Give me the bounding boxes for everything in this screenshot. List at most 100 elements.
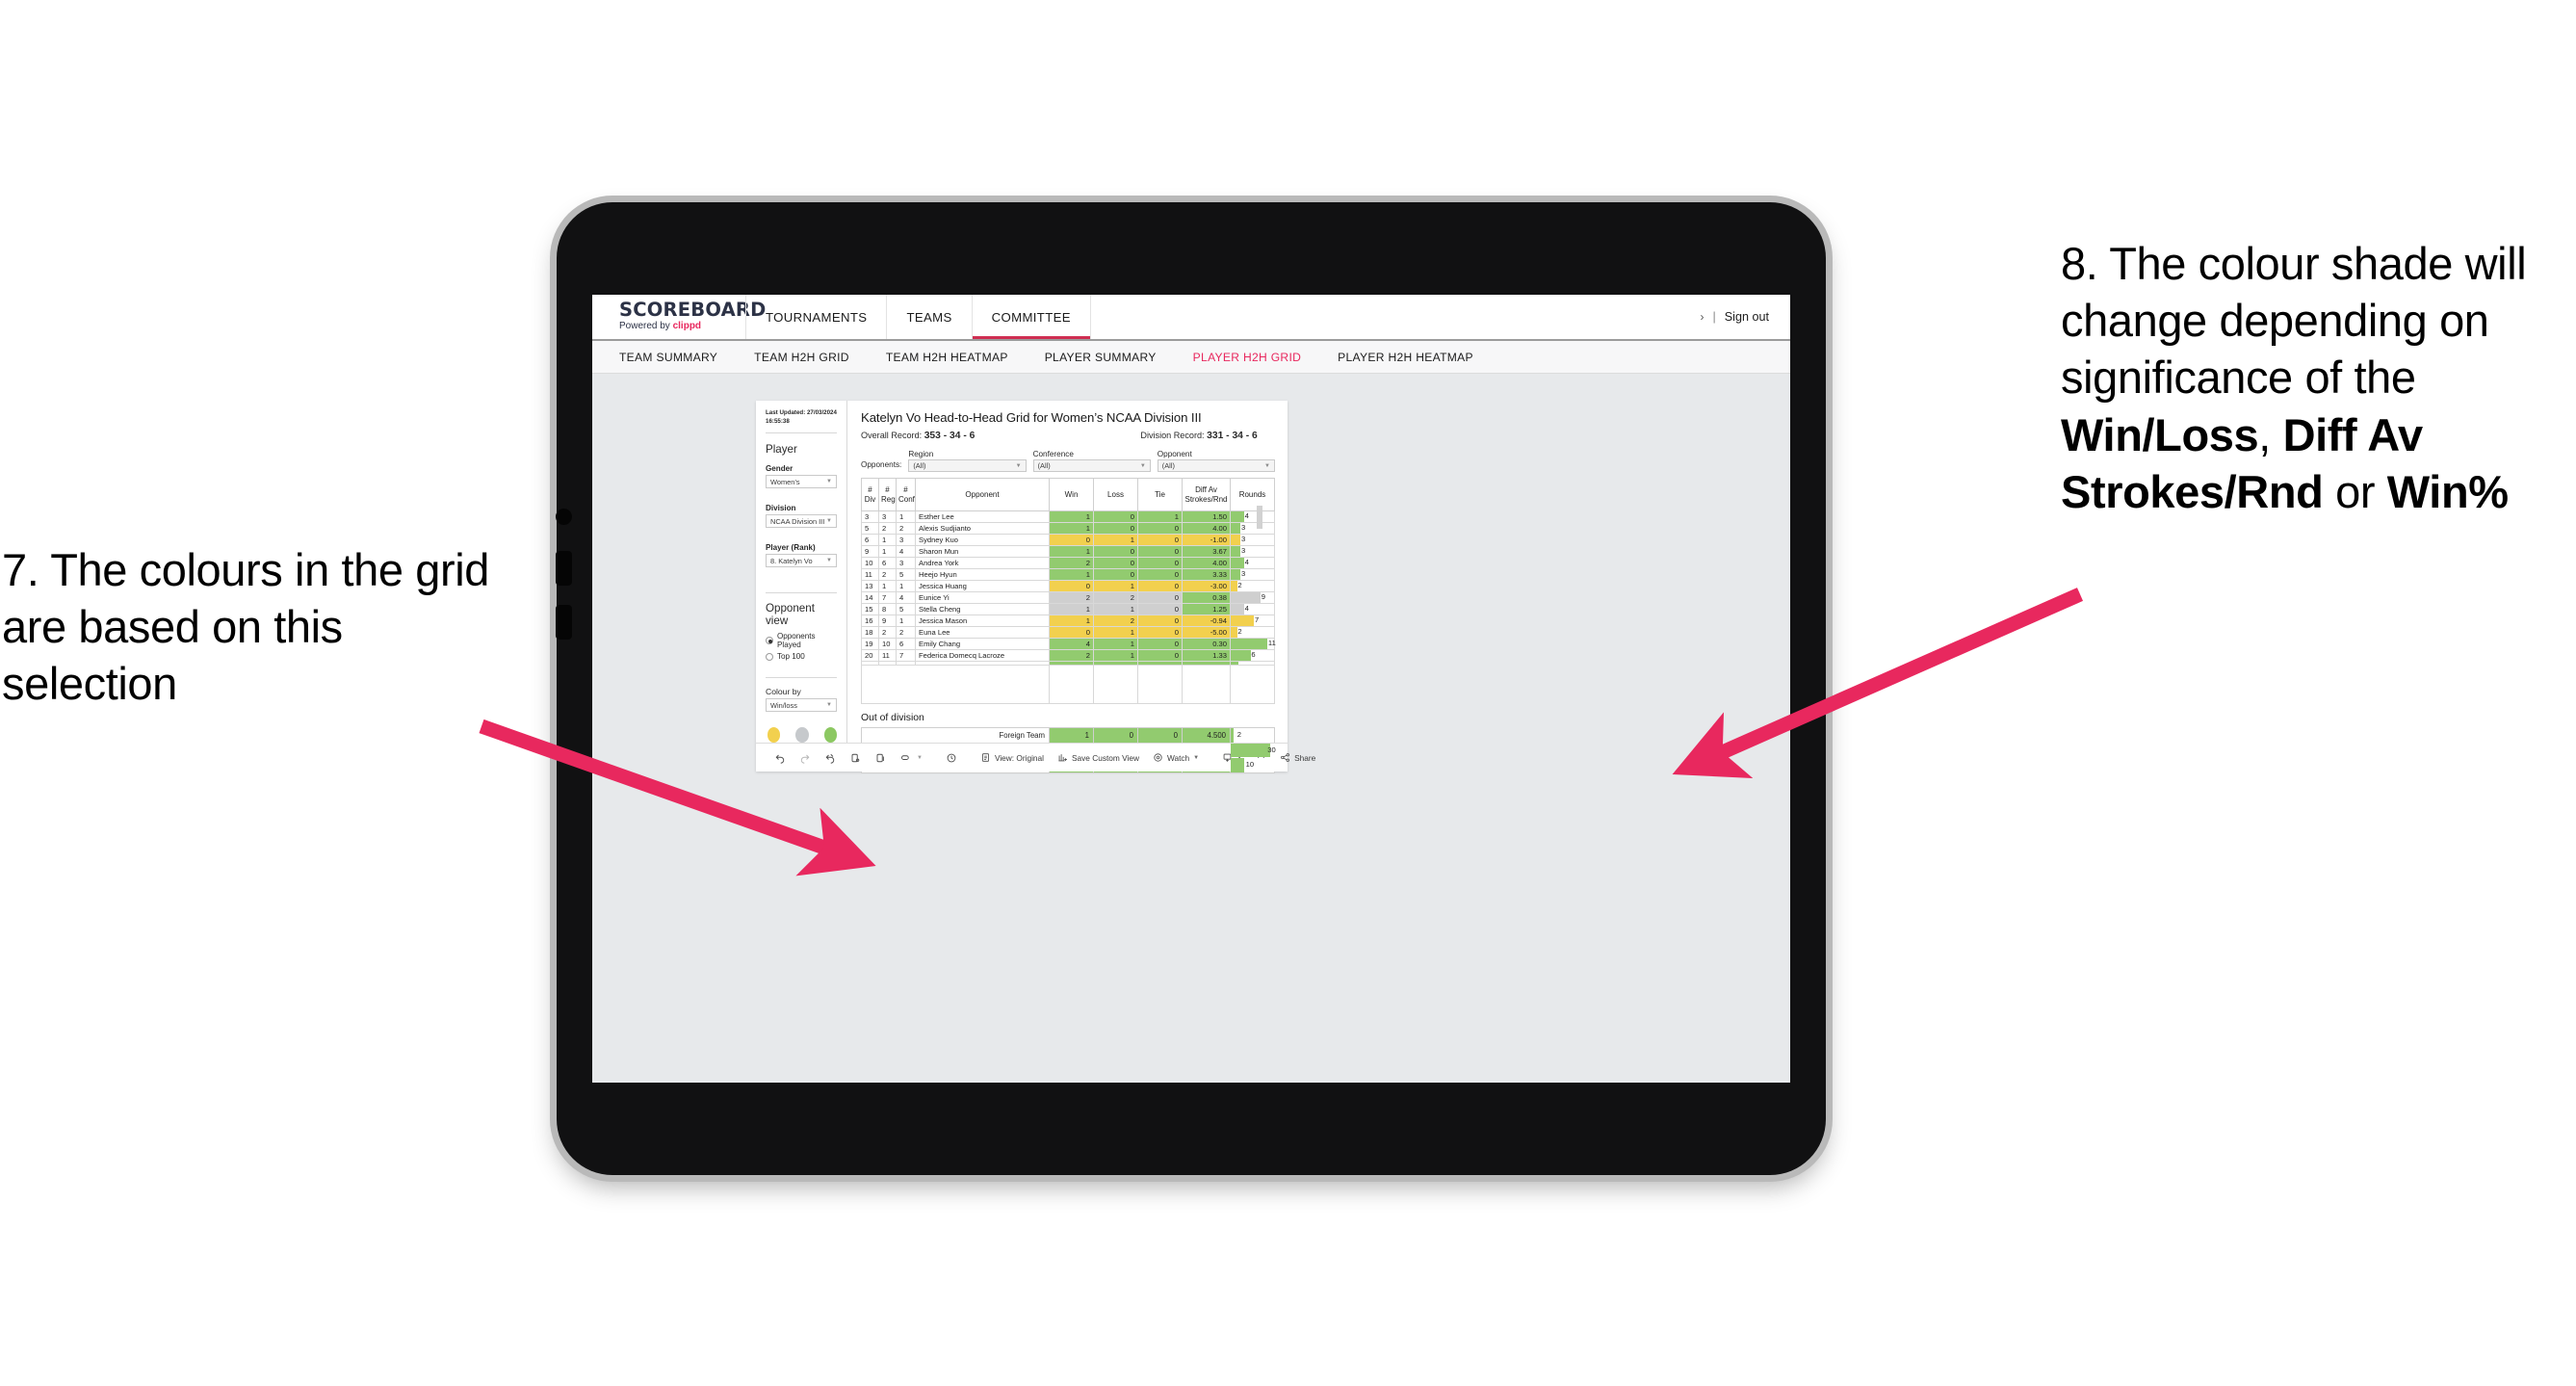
annotation-8-mid1: , [2258, 408, 2283, 460]
column-header-7[interactable]: Diff Av Strokes/Rnd [1182, 478, 1231, 511]
nav-tournaments[interactable]: TOURNAMENTS [745, 295, 888, 339]
table-row[interactable]: 16 9 1 Jessica Mason 1 2 0 -0.94 7 [861, 615, 1275, 627]
brand-clippd: clippd [672, 321, 702, 331]
tablet-button-top [556, 509, 572, 525]
cell-diff: 3.33 [1182, 568, 1231, 581]
subnav-player-h2h-grid[interactable]: PLAYER H2H GRID [1193, 351, 1319, 364]
view-original-button[interactable]: View: Original [974, 752, 1051, 763]
column-header-8[interactable]: Rounds [1230, 478, 1275, 511]
division-select[interactable]: NCAA Division III ▼ [766, 514, 837, 529]
out-of-division-row[interactable]: Foreign Team 1 0 0 4.500 2 [861, 727, 1275, 744]
cell-opponent: Esther Lee [915, 510, 1050, 523]
cell-rounds: 7 [1230, 615, 1275, 627]
region-select[interactable]: (All) ▼ [908, 459, 1027, 472]
cell-tie: 0 [1137, 638, 1183, 650]
overall-record: Overall Record: 353 - 34 - 6 [861, 431, 975, 441]
refresh-button[interactable] [843, 752, 868, 764]
table-row[interactable]: 20 11 7 Federica Domecq Lacroze 2 1 0 1.33 6 [861, 649, 1275, 662]
radio-icon-selected [766, 637, 773, 645]
subnav-player-summary[interactable]: PLAYER SUMMARY [1045, 351, 1175, 364]
cell-div: 3 [861, 510, 879, 523]
legend-dot-up [823, 727, 837, 744]
sign-out-link[interactable]: Sign out [1725, 310, 1769, 324]
conference-select[interactable]: (All) ▼ [1032, 459, 1151, 472]
chevron-right-icon[interactable]: › [1701, 310, 1704, 324]
subnav-player-h2h-heatmap[interactable]: PLAYER H2H HEATMAP [1338, 351, 1492, 364]
cell-diff: 1.25 [1182, 603, 1231, 615]
table-row[interactable]: 18 2 2 Euna Lee 0 1 0 -5.00 2 [861, 626, 1275, 639]
overall-record-label: Overall Record: [861, 431, 924, 440]
vertical-scrollbar[interactable] [1257, 506, 1262, 529]
table-row[interactable]: 6 1 3 Sydney Kuo 0 1 0 -1.00 3 [861, 534, 1275, 546]
table-row[interactable]: 5 2 2 Alexis Sudjianto 1 0 0 4.00 3 [861, 522, 1275, 535]
save-custom-view-button[interactable]: Save Custom View [1051, 752, 1146, 763]
player-rank-select[interactable]: 8. Katelyn Vo ▼ [766, 554, 837, 568]
cell-rounds: 3 [1230, 522, 1275, 535]
cell-conf: 2 [896, 626, 916, 639]
redo-button[interactable] [793, 752, 818, 764]
colour-by-select[interactable]: Win/loss ▼ [766, 698, 837, 713]
nav-committee-label: COMMITTEE [991, 309, 1071, 325]
revert-button[interactable] [818, 752, 843, 764]
cell-reg: 1 [878, 580, 897, 592]
pause-button[interactable] [868, 752, 893, 764]
column-header-3[interactable]: Opponent [915, 478, 1050, 511]
gender-select[interactable]: Women’s ▼ [766, 475, 837, 489]
table-row[interactable]: 14 7 4 Eunice Yi 2 2 0 0.38 9 [861, 591, 1275, 604]
nav-committee[interactable]: COMMITTEE [971, 295, 1091, 339]
cell-tie: 0 [1137, 615, 1183, 627]
cell-opponent: Andrea York [915, 557, 1050, 569]
column-header-6[interactable]: Tie [1137, 478, 1183, 511]
column-header-4[interactable]: Win [1049, 478, 1094, 511]
watch-label: Watch [1166, 752, 1190, 763]
undo-button[interactable] [768, 752, 793, 764]
table-row[interactable]: 11 2 5 Heejo Hyun 1 0 0 3.33 3 [861, 568, 1275, 581]
column-header-1[interactable]: # Reg [878, 478, 897, 511]
opponent-select[interactable]: (All) ▼ [1157, 459, 1275, 472]
table-row[interactable]: 15 8 5 Stella Cheng 1 1 0 1.25 4 [861, 603, 1275, 615]
column-header-5[interactable]: Loss [1093, 478, 1138, 511]
view-original-label: View: Original [994, 752, 1044, 763]
table-row[interactable]: 13 1 1 Jessica Huang 0 1 0 -3.00 2 [861, 580, 1275, 592]
cell-win: 0 [1049, 580, 1094, 592]
cell-reg: 3 [878, 510, 897, 523]
divider: | [1712, 310, 1716, 324]
table-row[interactable]: 10 6 3 Andrea York 2 0 0 4.00 4 [861, 557, 1275, 569]
cell-div: 11 [861, 568, 879, 581]
subnav-team-h2h-grid[interactable]: TEAM H2H GRID [754, 351, 868, 364]
divider-1 [766, 432, 837, 434]
colour-by-value: Win/loss [770, 700, 797, 710]
watch-button[interactable]: Watch ▼ [1146, 752, 1206, 763]
cell-rounds: 2 [1230, 626, 1275, 639]
radio-opponents-played[interactable]: Opponents Played [766, 632, 837, 649]
cell-tie: 0 [1137, 545, 1183, 558]
table-row[interactable]: 3 3 1 Esther Lee 1 0 1 1.50 4 [861, 510, 1275, 523]
chevron-down-icon: ▼ [1139, 462, 1146, 469]
history-button[interactable] [939, 752, 964, 764]
page-title: Katelyn Vo Head-to-Head Grid for Women’s… [861, 410, 1202, 425]
highlight-button[interactable]: ▼ [893, 752, 929, 764]
cell-loss: 0 [1093, 510, 1138, 523]
share-button[interactable]: Share [1273, 752, 1322, 763]
column-header-2[interactable]: # Conf [896, 478, 916, 511]
column-header-0[interactable]: # Div [861, 478, 879, 511]
table-row[interactable]: 19 10 6 Emily Chang 4 1 0 0.30 11 [861, 638, 1276, 650]
cell-reg: 2 [878, 522, 897, 535]
cell-win: 1 [1049, 727, 1094, 744]
subnav-team-h2h-heatmap[interactable]: TEAM H2H HEATMAP [886, 351, 1027, 364]
subnav-team-summary[interactable]: TEAM SUMMARY [619, 351, 736, 364]
radio-top-100[interactable]: Top 100 [766, 652, 837, 661]
cell-loss: 1 [1093, 603, 1138, 615]
viz-toolbar: ▼ View: Original Save Custom View Watch … [756, 743, 1315, 771]
nav-teams[interactable]: TEAMS [886, 295, 973, 339]
cell-conf: 3 [896, 557, 916, 569]
cell-conf: 4 [896, 591, 916, 604]
cell-opponent: Heejo Hyun [915, 568, 1050, 581]
table-row[interactable]: 9 1 4 Sharon Mun 1 0 0 3.67 3 [861, 545, 1275, 558]
region-label: Region [908, 450, 934, 458]
cell-conf: 1 [896, 615, 916, 627]
region-filter: Region (All) ▼ [908, 450, 1027, 472]
brand-logo[interactable]: SCOREBOARD Powered by clippd [592, 295, 766, 339]
cell-rounds: 3 [1230, 534, 1275, 546]
cell-diff: 4.500 [1182, 727, 1231, 744]
